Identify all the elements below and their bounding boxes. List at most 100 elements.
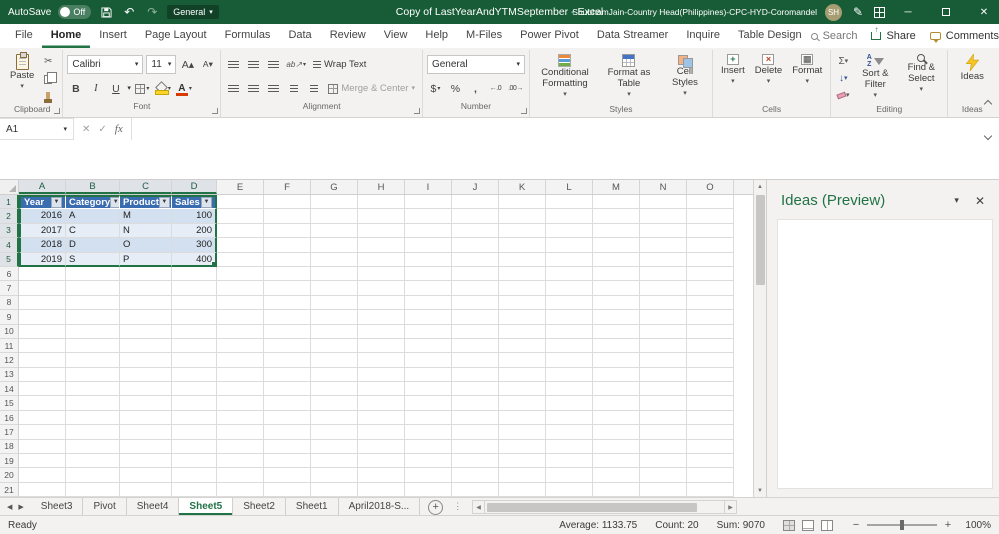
cell-D17[interactable] [172,425,217,440]
font-size-select[interactable]: 11 ▾ [146,55,177,74]
cell-B13[interactable] [66,367,120,383]
cell-D5[interactable]: 400 [172,252,217,267]
pen-icon[interactable]: ✎ [850,3,866,21]
cell-L21[interactable] [546,482,593,497]
horizontal-scroll-track[interactable] [485,500,724,514]
cell-J10[interactable] [452,324,499,339]
cell-E20[interactable] [217,468,264,483]
cell-I18[interactable] [405,439,452,455]
tab-file[interactable]: File [6,24,42,48]
cell-I9[interactable] [405,310,452,325]
cell-E3[interactable] [217,223,264,239]
cell-A4[interactable]: 2018 [19,238,66,253]
cell-M7[interactable] [593,281,640,296]
cell-J14[interactable] [452,382,499,397]
row-header-17[interactable]: 17 [0,425,19,440]
cell-M8[interactable] [593,295,640,311]
cell-N9[interactable] [640,310,687,325]
column-header-D[interactable]: D [172,180,217,194]
cell-I7[interactable] [405,281,452,296]
next-sheet-icon[interactable]: ▶ [18,503,23,511]
cell-A20[interactable] [19,468,66,483]
cell-O5[interactable] [687,252,734,267]
cell-D6[interactable] [172,266,217,282]
cell-N5[interactable] [640,252,687,267]
column-header-H[interactable]: H [358,180,405,194]
merge-center-button[interactable]: Merge & Center ▾ [325,83,418,94]
cell-D12[interactable] [172,353,217,368]
cell-M9[interactable] [593,310,640,325]
format-cells-button[interactable]: ▦ Format ▾ [788,51,826,86]
cell-D19[interactable] [172,454,217,469]
cell-C9[interactable] [120,310,172,325]
cell-J8[interactable] [452,295,499,311]
redo-icon[interactable]: ↷ [144,3,160,21]
cell-K11[interactable] [499,338,546,354]
cell-L14[interactable] [546,382,593,397]
cell-L16[interactable] [546,410,593,426]
tab-help[interactable]: Help [416,24,457,48]
column-header-F[interactable]: F [264,180,311,194]
cell-O3[interactable] [687,223,734,239]
sheet-tab-sheet5[interactable]: Sheet5 [179,498,234,515]
cell-N2[interactable] [640,209,687,224]
cell-A21[interactable] [19,482,66,497]
row-header-9[interactable]: 9 [0,310,19,325]
cell-G6[interactable] [311,266,358,282]
cell-I8[interactable] [405,295,452,311]
cell-N11[interactable] [640,338,687,354]
autosum-button[interactable]: Σ ▾ [835,54,851,68]
cell-L17[interactable] [546,425,593,440]
row-header-5[interactable]: 5 [0,252,19,267]
cell-I4[interactable] [405,238,452,253]
cell-K17[interactable] [499,425,546,440]
cell-F10[interactable] [264,324,311,339]
cell-H2[interactable] [358,209,405,224]
accounting-format-button[interactable]: $ ▾ [427,80,444,98]
column-header-C[interactable]: C [120,180,172,194]
cell-N8[interactable] [640,295,687,311]
cell-G21[interactable] [311,482,358,497]
cell-B4[interactable]: D [66,238,120,253]
cell-B19[interactable] [66,454,120,469]
cell-B1[interactable]: Category ▼ [66,195,120,210]
cell-E5[interactable] [217,252,264,267]
cell-N10[interactable] [640,324,687,339]
cell-J1[interactable] [452,195,499,210]
cell-A17[interactable] [19,425,66,440]
borders-button[interactable]: ▾ [134,80,151,98]
cell-B7[interactable] [66,281,120,296]
comma-style-button[interactable]: , [467,80,484,98]
cell-O16[interactable] [687,410,734,426]
tab-formulas[interactable]: Formulas [216,24,280,48]
filter-button-year[interactable]: ▼ [51,197,62,209]
cell-I21[interactable] [405,482,452,497]
cell-B3[interactable]: C [66,223,120,239]
cell-E10[interactable] [217,324,264,339]
cell-I12[interactable] [405,353,452,368]
cell-M15[interactable] [593,396,640,411]
cell-F9[interactable] [264,310,311,325]
cell-D3[interactable]: 200 [172,223,217,239]
cell-C19[interactable] [120,454,172,469]
user-name[interactable]: ShubhamJain-Country Head(Philippines)-CP… [572,7,817,17]
cell-F13[interactable] [264,367,311,383]
cell-E9[interactable] [217,310,264,325]
tab-m-files[interactable]: M-Files [457,24,511,48]
cell-H20[interactable] [358,468,405,483]
cell-C17[interactable] [120,425,172,440]
cell-G19[interactable] [311,454,358,469]
cell-M5[interactable] [593,252,640,267]
cell-L5[interactable] [546,252,593,267]
align-top-button[interactable] [225,56,242,74]
cell-L20[interactable] [546,468,593,483]
cell-I2[interactable] [405,209,452,224]
cell-H18[interactable] [358,439,405,455]
cell-K7[interactable] [499,281,546,296]
cell-M20[interactable] [593,468,640,483]
formula-bar-collapse-icon[interactable] [983,126,993,144]
cell-K8[interactable] [499,295,546,311]
cell-J11[interactable] [452,338,499,354]
cell-G9[interactable] [311,310,358,325]
paste-button[interactable]: Paste ▾ [6,51,38,91]
